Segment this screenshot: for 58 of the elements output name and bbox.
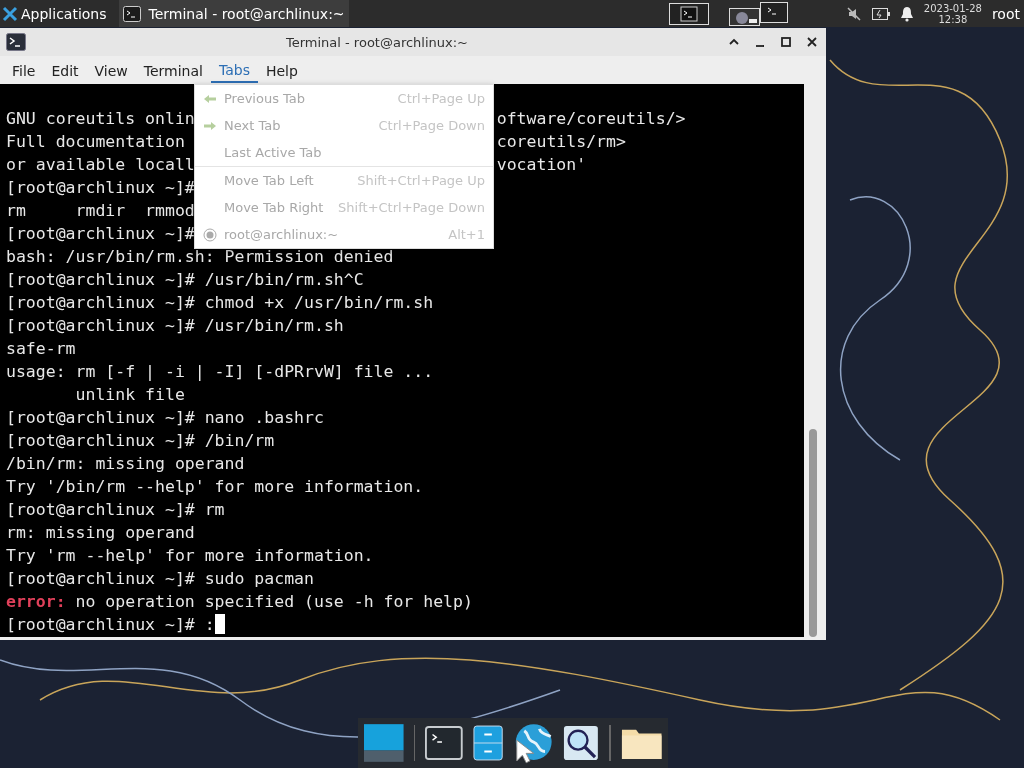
terminal-line: coreutils/rm> xyxy=(496,131,626,153)
terminal-line: Try 'rm --help' for more information. xyxy=(6,546,374,565)
terminal-line: Try '/bin/rm --help' for more information. xyxy=(6,477,424,496)
terminal-icon[interactable] xyxy=(425,725,464,761)
terminal-line: safe-rm xyxy=(6,339,76,358)
menu-item[interactable]: Edit xyxy=(43,58,87,82)
terminal-line: rm: missing operand xyxy=(6,523,195,542)
text-cursor xyxy=(214,614,225,634)
user-menu-button[interactable]: root xyxy=(991,5,1024,22)
window-title: Terminal - root@archlinux:~ xyxy=(284,34,469,50)
menu-item[interactable]: View xyxy=(86,58,136,82)
workspace-thumbnail-icon[interactable] xyxy=(668,2,709,25)
maximize-icon[interactable] xyxy=(780,36,792,48)
terminal-line: [root@archlinux ~]# : xyxy=(6,615,215,634)
menu-item[interactable]: File xyxy=(4,58,44,82)
workspace-thumbnail-icon[interactable] xyxy=(728,1,789,26)
terminal-line: unlink file xyxy=(74,385,185,404)
menu-item[interactable]: Tabs xyxy=(210,57,258,83)
terminal-line: [root@archlinux ~]# xyxy=(6,178,195,197)
terminal-line: usage: rm [-f | -i | -I] [-dPRrvW] file ... xyxy=(6,362,434,381)
terminal-line: Full documentation xyxy=(6,132,185,151)
terminal-line: vocation' xyxy=(496,154,587,176)
terminal-line: [root@archlinux ~]# rm xyxy=(6,500,225,519)
terminal-line: rm rmdir rmmod xyxy=(6,201,195,220)
error-label: error: xyxy=(6,592,66,611)
terminal-line: or available locall xyxy=(6,155,195,174)
terminal-icon xyxy=(6,33,26,51)
volume-muted-icon[interactable] xyxy=(845,5,862,22)
terminal-line: bash: /usr/bin/rm.sh: Permission denied xyxy=(6,247,394,266)
terminal-line: [root@archlinux ~]# nano .bashrc xyxy=(6,408,324,427)
file-cabinet-icon[interactable] xyxy=(473,724,504,762)
terminal-line: [root@archlinux ~]# xyxy=(6,224,195,243)
terminal-line: no operation specified (use -h for help) xyxy=(75,592,473,611)
taskbar-window-button[interactable]: Terminal - root@archlinux:~ xyxy=(118,0,349,27)
show-desktop-icon[interactable] xyxy=(364,723,404,763)
app-logo-icon xyxy=(2,5,18,22)
terminal-line: [root@archlinux ~]# chmod +x /usr/bin/rm.sh xyxy=(6,293,434,312)
terminal-line: [root@archlinux ~]# /bin/rm xyxy=(6,431,275,450)
search-icon[interactable] xyxy=(562,724,599,762)
battery-icon[interactable] xyxy=(871,7,890,20)
scrollbar-thumb[interactable] xyxy=(809,429,817,637)
clock-date: 2023-01-28 xyxy=(923,2,982,14)
clock-time: 12:38 xyxy=(938,13,968,25)
right-arrow-icon xyxy=(203,120,217,131)
bell-icon[interactable] xyxy=(899,5,914,22)
left-arrow-icon xyxy=(203,93,217,104)
terminal-line: GNU coreutils onlin xyxy=(6,109,195,128)
terminal-line: /bin/rm: missing operand xyxy=(6,454,245,473)
terminal-line: [root@archlinux ~]# /usr/bin/rm.sh xyxy=(6,316,344,335)
terminal-line: [root@archlinux ~]# /usr/bin/rm.sh^C xyxy=(6,270,364,289)
menu-item[interactable]: Terminal xyxy=(135,58,211,82)
menu-item[interactable]: Help xyxy=(257,58,306,82)
terminal-line: [root@archlinux ~]# sudo pacman xyxy=(6,569,314,588)
terminal-icon xyxy=(122,5,141,22)
close-icon[interactable] xyxy=(806,36,818,48)
terminal-line: oftware/coreutils/> xyxy=(496,108,686,130)
globe-cursor-icon[interactable] xyxy=(513,722,553,764)
applications-menu-button[interactable]: Applications xyxy=(0,5,109,22)
